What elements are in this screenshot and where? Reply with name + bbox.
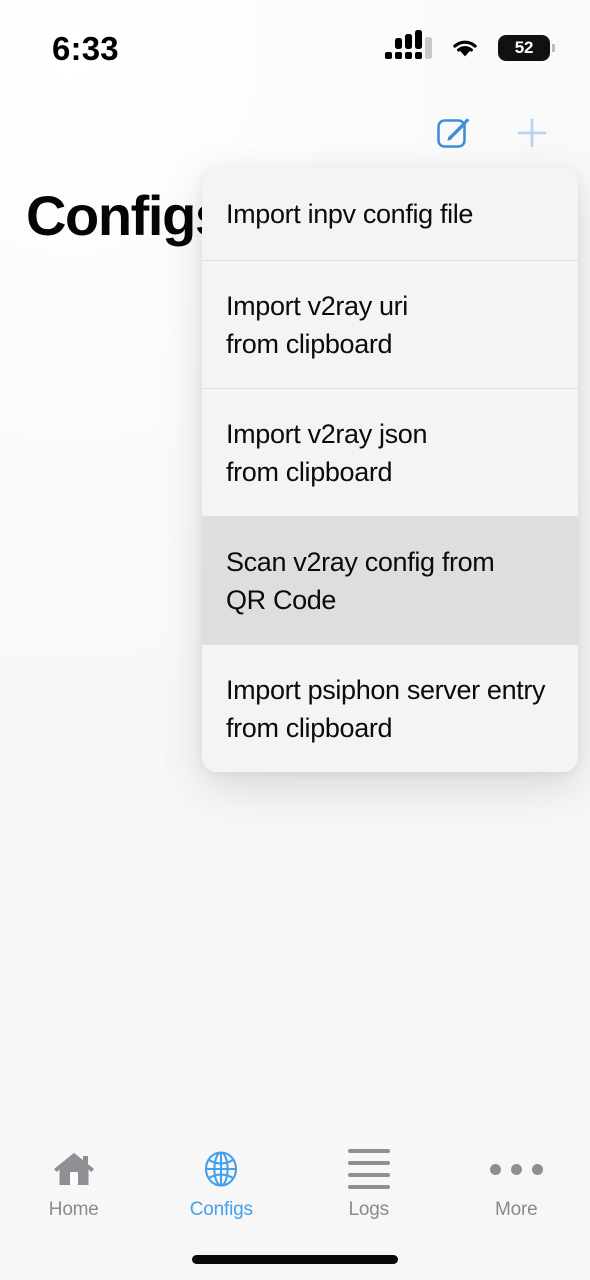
context-menu: Import inpv config file Import v2ray uri… xyxy=(202,167,578,772)
tab-home[interactable]: Home xyxy=(0,1146,148,1221)
menu-item-import-inpv-config-file[interactable]: Import inpv config file xyxy=(202,167,578,261)
status-bar-indicators: 52 xyxy=(385,25,555,61)
menu-item-label: Scan v2ray config from xyxy=(226,547,495,577)
compose-edit-icon[interactable] xyxy=(432,111,476,155)
globe-icon xyxy=(199,1146,243,1192)
home-indicator[interactable] xyxy=(192,1255,398,1264)
plus-icon[interactable] xyxy=(510,111,554,155)
navigation-bar xyxy=(0,100,590,166)
menu-item-import-v2ray-uri[interactable]: Import v2ray uri from clipboard xyxy=(202,261,578,389)
cellular-signal-icon xyxy=(385,30,432,59)
menu-item-scan-v2ray-qr-code[interactable]: Scan v2ray config from QR Code xyxy=(202,517,578,645)
tab-bar: Home Configs Logs More xyxy=(0,1138,590,1234)
menu-item-import-v2ray-json[interactable]: Import v2ray json from clipboard xyxy=(202,389,578,517)
house-icon xyxy=(50,1146,98,1192)
menu-item-label-line2: from clipboard xyxy=(226,457,393,487)
menu-item-label-line2: QR Code xyxy=(226,585,337,615)
menu-item-label: Import v2ray uri xyxy=(226,291,408,321)
menu-item-label: Import psiphon server entry xyxy=(226,675,546,705)
status-bar: 6:33 52 xyxy=(0,0,590,86)
menu-item-import-psiphon-server-entry[interactable]: Import psiphon server entry from clipboa… xyxy=(202,645,578,772)
tab-logs[interactable]: Logs xyxy=(295,1146,443,1221)
tab-label: Configs xyxy=(189,1199,253,1220)
menu-item-label-line2: from clipboard xyxy=(226,713,393,743)
tab-label: Logs xyxy=(348,1199,390,1220)
ellipsis-icon xyxy=(489,1146,543,1192)
tab-configs[interactable]: Configs xyxy=(148,1146,296,1221)
page-title: Configs xyxy=(26,184,226,247)
menu-item-label: Import v2ray json xyxy=(226,419,428,449)
menu-item-label-line2: from clipboard xyxy=(226,329,393,359)
status-bar-time: 6:33 xyxy=(52,29,119,67)
tab-more[interactable]: More xyxy=(443,1146,590,1221)
tab-label: More xyxy=(495,1199,538,1220)
battery-percent-label: 52 xyxy=(514,38,534,57)
list-lines-icon xyxy=(347,1146,390,1192)
menu-item-label: Import inpv config file xyxy=(226,199,474,229)
battery-indicator: 52 xyxy=(498,35,555,61)
tab-label: Home xyxy=(48,1199,99,1220)
wifi-icon xyxy=(450,37,480,59)
